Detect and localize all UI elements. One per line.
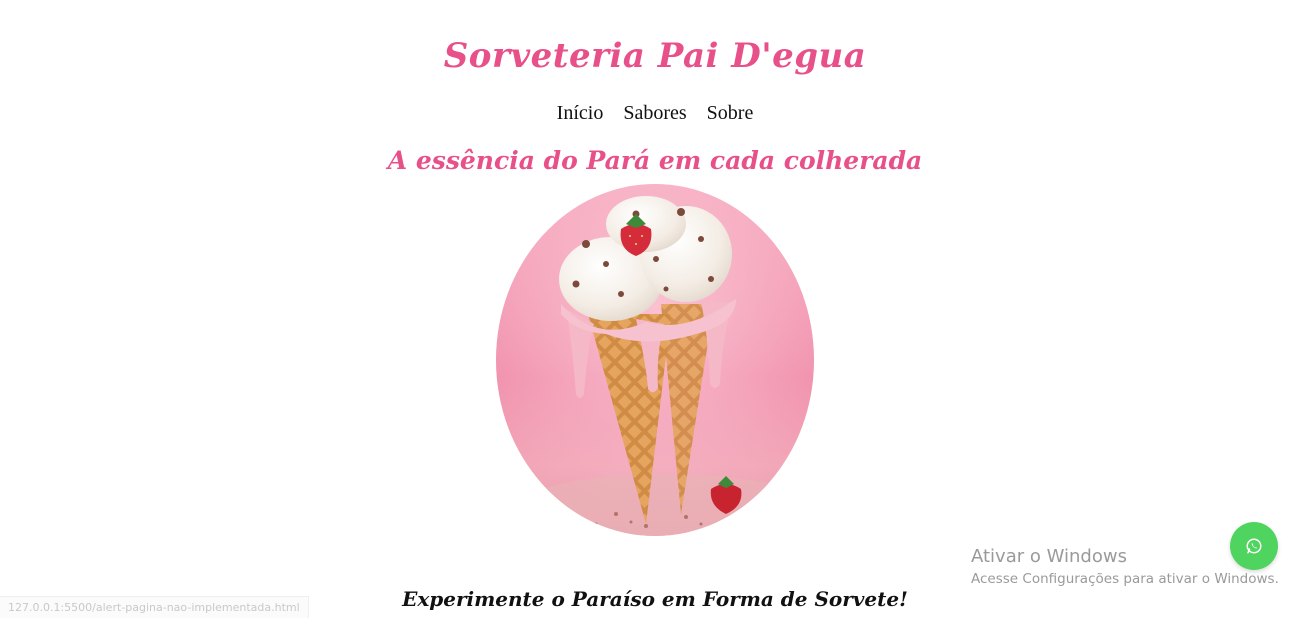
- activation-subtitle: Acesse Configurações para ativar o Windo…: [971, 571, 1279, 587]
- site-title: Sorveteria Pai D'egua: [443, 36, 867, 76]
- nav-item-inicio[interactable]: Início: [557, 102, 604, 125]
- hero-tagline: A essência do Pará em cada colherada: [387, 146, 923, 175]
- nav-item-sobre[interactable]: Sobre: [707, 102, 754, 125]
- whatsapp-icon: [1246, 538, 1262, 554]
- whatsapp-button[interactable]: [1230, 522, 1278, 570]
- status-bar-url: 127.0.0.1:5500/alert-pagina-nao-implemen…: [0, 596, 309, 618]
- ice-cream-cone-image: [496, 184, 814, 536]
- nav-item-sabores[interactable]: Sabores: [623, 102, 686, 125]
- main-nav: Início Sabores Sobre: [0, 102, 1310, 125]
